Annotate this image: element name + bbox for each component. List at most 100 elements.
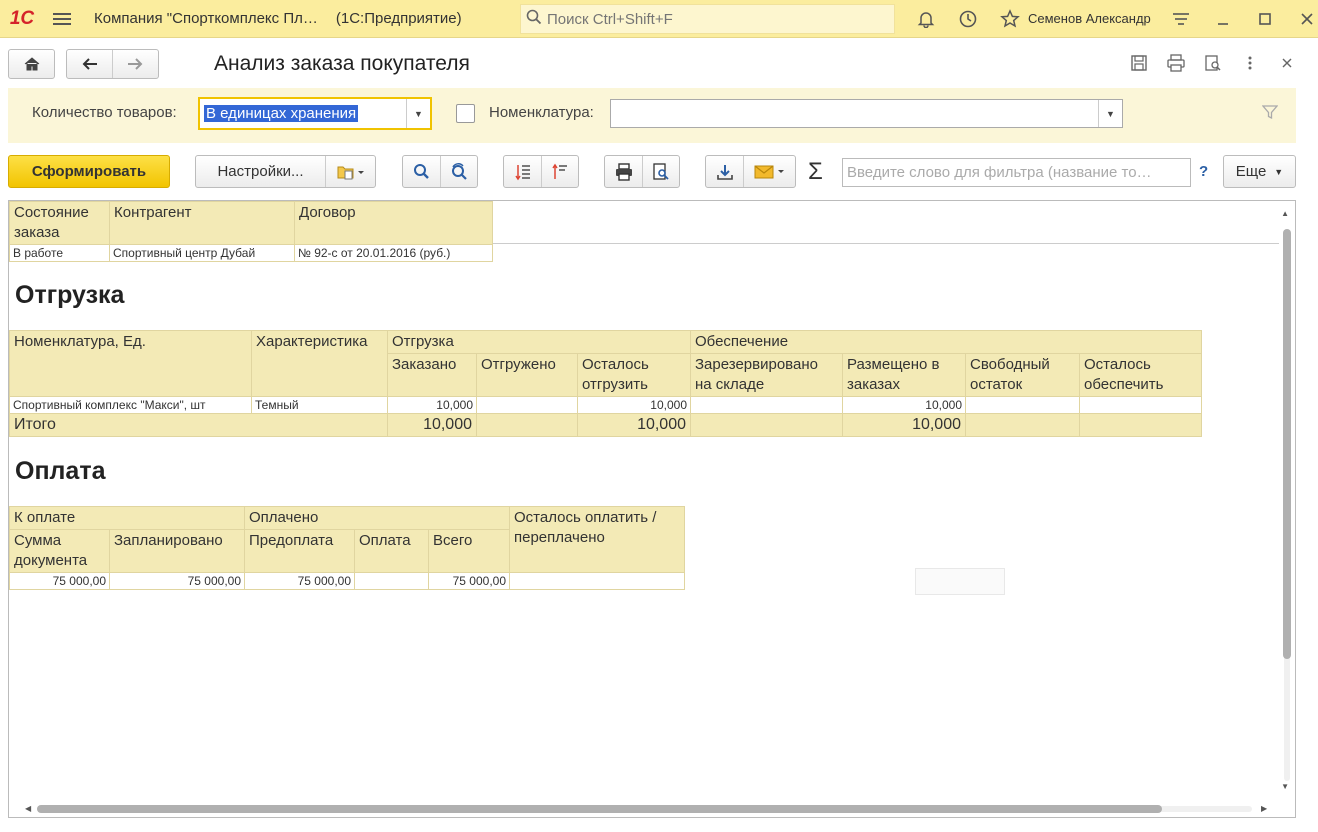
company-title: Компания "Спорткомплекс Пл…	[94, 10, 318, 27]
col-prepayment: Предоплата	[244, 529, 355, 573]
group-shipment: Отгрузка	[387, 330, 691, 354]
report-filter-input[interactable]: Введите слово для фильтра (название то…	[842, 158, 1191, 187]
horizontal-scroll-thumb[interactable]	[37, 805, 1162, 813]
horizontal-scrollbar[interactable]	[37, 805, 1262, 813]
contract-value: № 92-с от 20.01.2016 (руб.)	[294, 244, 493, 262]
settings-lines-icon[interactable]	[1160, 0, 1202, 38]
col-characteristic: Характеристика	[251, 330, 388, 397]
search-icon	[521, 9, 547, 30]
col-order-state: Состояние заказа	[9, 201, 110, 245]
nomenclature-field[interactable]: ▼	[610, 99, 1123, 128]
user-name[interactable]: Семенов Александр	[1028, 11, 1151, 26]
global-search-input[interactable]	[547, 10, 877, 28]
shipment-table: Номенклатура, Ед. Характеристика Отгрузк…	[9, 330, 1202, 437]
print-icon[interactable]	[605, 156, 642, 187]
maximize-icon[interactable]	[1244, 0, 1286, 38]
settings-button[interactable]: Настройки...	[196, 156, 325, 187]
expand-groups-icon[interactable]	[504, 156, 541, 187]
help-icon[interactable]: ?	[1199, 163, 1208, 180]
menu-icon[interactable]	[44, 0, 80, 38]
dropdown-arrow-icon[interactable]: ▼	[406, 99, 430, 128]
close-form-icon[interactable]	[1268, 48, 1305, 78]
scroll-right-icon[interactable]: ▶	[1261, 804, 1267, 813]
more-vertical-icon[interactable]	[1231, 48, 1268, 78]
counterparty-value: Спортивный центр Дубай	[109, 244, 295, 262]
save-icon[interactable]	[1120, 48, 1157, 78]
notifications-bell-icon[interactable]	[905, 0, 947, 38]
shipment-section-title: Отгрузка	[15, 281, 125, 309]
search-button-group	[402, 155, 478, 188]
col-counterparty: Контрагент	[109, 201, 295, 245]
col-left-to-pay: Осталось оплатить / переплачено	[509, 506, 685, 573]
group-paid: Оплачено	[244, 506, 510, 530]
payment-section-title: Оплата	[15, 457, 106, 485]
col-shipped: Отгружено	[476, 353, 578, 397]
total-label: Итого	[9, 413, 388, 437]
scroll-left-icon[interactable]: ◀	[25, 804, 31, 813]
settings-button-group: Настройки...	[195, 155, 376, 188]
qty-unit-select[interactable]: В единицах хранения ▼	[198, 97, 432, 130]
group-to-pay: К оплате	[9, 506, 245, 530]
collapse-groups-icon[interactable]	[541, 156, 578, 187]
print-preview-icon[interactable]	[642, 156, 679, 187]
vertical-scrollbar[interactable]	[1283, 211, 1291, 791]
more-button[interactable]: Еще ▼	[1223, 155, 1296, 188]
col-left-supply: Осталось обеспечить	[1079, 353, 1202, 397]
generate-button[interactable]: Сформировать	[8, 155, 170, 188]
dropdown-arrow-icon[interactable]: ▼	[1098, 100, 1122, 127]
col-left-ship: Осталось отгрузить	[577, 353, 691, 397]
export-button-group	[705, 155, 796, 188]
filter-funnel-icon[interactable]	[1261, 104, 1279, 125]
sum-sigma-icon[interactable]: Σ	[808, 158, 823, 186]
group-button-group	[503, 155, 579, 188]
find-next-icon[interactable]	[440, 156, 477, 187]
col-contract: Договор	[294, 201, 493, 245]
group-supply: Обеспечение	[690, 330, 1202, 354]
total-row: Итого 10,000 10,000 10,000	[9, 413, 1202, 437]
close-window-icon[interactable]	[1286, 0, 1318, 38]
table-row: Спортивный комплекс "Макси", шт Темный 1…	[9, 396, 1202, 414]
global-search[interactable]	[520, 4, 895, 34]
print-button-group	[604, 155, 680, 188]
order-info-table: Состояние заказа Контрагент Договор В ра…	[9, 201, 493, 262]
col-reserved: Зарезервировано на складе	[690, 353, 843, 397]
form-title: Анализ заказа покупателя	[214, 52, 470, 75]
col-doc-sum: Сумма документа	[9, 529, 110, 573]
chevron-down-icon: ▼	[1274, 166, 1284, 177]
col-planned: Запланировано	[109, 529, 245, 573]
preview-icon[interactable]	[1194, 48, 1231, 78]
report-spreadsheet[interactable]: Состояние заказа Контрагент Договор В ра…	[8, 200, 1296, 818]
favorites-star-icon[interactable]	[989, 0, 1031, 38]
more-label: Еще	[1235, 163, 1267, 180]
1c-logo: 1С	[9, 7, 35, 29]
home-icon	[9, 50, 54, 78]
navigation-buttons	[66, 49, 159, 79]
minimize-icon[interactable]	[1202, 0, 1244, 38]
qty-unit-value: В единицах хранения	[204, 105, 359, 122]
platform-title: (1С:Предприятие)	[335, 10, 462, 27]
table-row: 75 000,00 75 000,00 75 000,00 75 000,00	[9, 572, 685, 590]
scroll-down-icon[interactable]: ▼	[1281, 782, 1289, 791]
col-ordered: Заказано	[387, 353, 477, 397]
nomenclature-label: Номенклатура:	[489, 104, 594, 121]
vertical-scroll-thumb[interactable]	[1283, 229, 1291, 659]
history-icon[interactable]	[947, 0, 989, 38]
find-icon[interactable]	[403, 156, 440, 187]
col-placed: Размещено в заказах	[842, 353, 966, 397]
nomenclature-checkbox[interactable]	[456, 104, 475, 123]
back-arrow-icon[interactable]	[67, 50, 112, 78]
qty-label: Количество товаров:	[32, 104, 177, 121]
home-button[interactable]	[8, 49, 55, 79]
order-state-value: В работе	[9, 244, 110, 262]
col-total: Всего	[428, 529, 510, 573]
download-icon[interactable]	[706, 156, 743, 187]
print-icon[interactable]	[1157, 48, 1194, 78]
send-email-button[interactable]	[743, 156, 795, 187]
selected-cell-frame[interactable]	[915, 568, 1005, 595]
variants-folder-button[interactable]	[325, 156, 375, 187]
col-free: Свободный остаток	[965, 353, 1080, 397]
payment-table: К оплате Оплачено Осталось оплатить / пе…	[9, 506, 685, 590]
forward-arrow-icon[interactable]	[112, 50, 157, 78]
col-nomenclature: Номенклатура, Ед.	[9, 330, 252, 397]
col-payment: Оплата	[354, 529, 429, 573]
